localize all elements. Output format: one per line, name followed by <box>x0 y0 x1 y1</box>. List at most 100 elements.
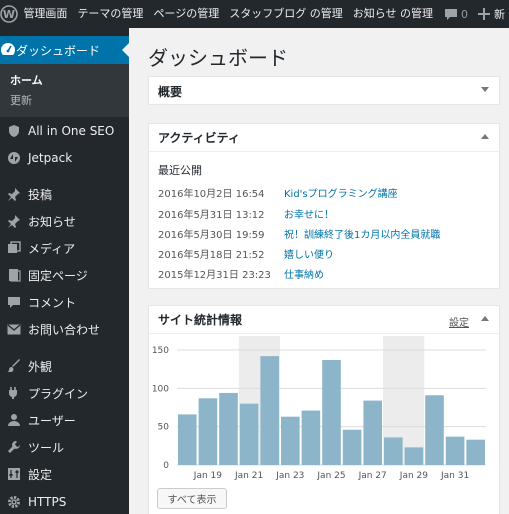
chart-bar <box>363 400 382 465</box>
dashboard-submenu: ホーム 更新 <box>0 64 129 117</box>
chart-bar <box>342 429 362 465</box>
sidebar-item-settings[interactable]: 設定 <box>0 462 129 486</box>
submenu-updates[interactable]: 更新 <box>10 92 32 108</box>
activity-date: 2016年10月2日 16:54 <box>158 189 265 200</box>
wordpress-logo-icon[interactable]: W <box>0 0 19 28</box>
sidebar-item-plugins[interactable]: プラグイン <box>0 381 129 405</box>
activity-date: 2016年5月31日 13:12 <box>158 210 265 221</box>
toggle-arrow-icon[interactable] <box>481 87 489 92</box>
y-tick-label: 100 <box>152 384 169 394</box>
settings-icon <box>0 467 28 481</box>
adminbar-item-staff-blog[interactable]: スタッフブログ の管理 <box>224 0 348 28</box>
sidebar-label: プラグイン <box>28 386 89 401</box>
activity-post-link[interactable]: Kid'sプログラミング講座 <box>284 185 398 200</box>
adminbar-new-label: 新 <box>494 8 505 21</box>
y-tick-label: 0 <box>163 461 169 471</box>
x-tick-label: Jan 23 <box>275 471 304 481</box>
activity-post-link[interactable]: お幸せに！ <box>284 206 334 221</box>
toggle-arrow-icon[interactable] <box>481 134 489 139</box>
chart-bar <box>301 410 321 465</box>
sidebar-item-users[interactable]: ユーザー <box>0 408 129 432</box>
chart-bar <box>281 416 300 465</box>
activity-title: アクティビティ <box>158 131 240 145</box>
submenu-home[interactable]: ホーム <box>10 72 43 88</box>
sidebar-label: All in One SEO <box>28 124 115 138</box>
recently-published-heading: 最近公開 <box>158 164 202 177</box>
sidebar-label: ユーザー <box>28 413 76 428</box>
site-stats-chart: 0 50 100 150 Jan 19 Jan 21 Jan 23 Jan 25 Jan 27 J… <box>152 336 486 481</box>
sidebar-label: メディア <box>28 241 76 256</box>
sidebar-label: お知らせ <box>28 214 76 229</box>
show-all-button[interactable]: すべて表示 <box>157 488 227 509</box>
x-tick-label: Jan 29 <box>399 471 428 481</box>
sidebar-item-all-in-one-seo[interactable]: All in One SEO <box>0 119 129 143</box>
configure-link[interactable]: 設定 <box>449 314 469 329</box>
brush-icon <box>0 359 28 373</box>
sidebar-label: ツール <box>28 440 65 455</box>
chart-bar <box>425 395 444 465</box>
shield-icon <box>0 124 28 138</box>
sidebar-label: 設定 <box>28 467 53 482</box>
pin-icon <box>0 187 28 201</box>
overview-widget: 概要 <box>148 76 500 105</box>
overview-title: 概要 <box>158 84 183 99</box>
sidebar-item-news[interactable]: お知らせ <box>0 209 129 233</box>
activity-header[interactable]: アクティビティ <box>149 124 499 152</box>
overview-header[interactable]: 概要 <box>149 77 499 105</box>
activity-date: 2016年5月18日 21:52 <box>158 250 265 261</box>
activity-date: 2015年12月31日 23:23 <box>158 270 271 281</box>
adminbar-comments[interactable]: 0 <box>438 0 474 28</box>
activity-date: 2016年5月30日 19:59 <box>158 230 265 241</box>
adminbar-item-themes[interactable]: テーマの管理 <box>72 0 148 28</box>
chart-bar <box>445 436 465 465</box>
site-stats-widget: サイト統計情報 設定 0 50 100 150 Jan 19 Jan 21 Jan 23 Ja… <box>148 305 500 514</box>
sidebar-item-comments[interactable]: コメント <box>0 290 129 314</box>
activity-post-link[interactable]: 仕事納め <box>284 266 324 281</box>
plus-icon <box>478 8 490 20</box>
dashboard-icon <box>0 41 16 60</box>
x-tick-label: Jan 19 <box>193 471 222 481</box>
activity-post-link[interactable]: 嬉しい便り <box>284 246 334 261</box>
admin-bar: W 管理画面 テーマの管理 ページの管理 スタッフブログ の管理 お知らせ の管… <box>0 0 509 28</box>
comment-icon <box>0 296 28 309</box>
comment-count: 0 <box>461 7 468 21</box>
sidebar-label: Jetpack <box>28 151 73 165</box>
sidebar-item-tools[interactable]: ツール <box>0 435 129 459</box>
adminbar-item-admin[interactable]: 管理画面 <box>18 0 72 28</box>
mail-icon <box>0 324 28 335</box>
adminbar-new[interactable]: 新 <box>474 0 509 28</box>
toggle-arrow-icon[interactable] <box>481 316 489 321</box>
admin-sidebar: ダッシュボード ホーム 更新 All in One SEO Jetpack 投稿… <box>0 28 129 514</box>
jetpack-icon <box>0 151 28 165</box>
sidebar-dashboard-label: ダッシュボード <box>16 43 101 58</box>
sidebar-item-media[interactable]: メディア <box>0 236 129 260</box>
chart-bar <box>466 439 485 465</box>
sidebar-item-posts[interactable]: 投稿 <box>0 182 129 206</box>
svg-text:W: W <box>3 8 15 21</box>
sidebar-item-appearance[interactable]: 外観 <box>0 354 129 378</box>
adminbar-item-pages[interactable]: ページの管理 <box>148 0 224 28</box>
sidebar-item-dashboard[interactable]: ダッシュボード <box>0 36 129 64</box>
site-stats-header[interactable]: サイト統計情報 設定 <box>149 306 499 334</box>
chart-bar <box>322 359 341 465</box>
x-tick-label: Jan 25 <box>316 471 345 481</box>
x-tick-label: Jan 21 <box>234 471 263 481</box>
pin-icon <box>0 214 28 228</box>
current-menu-arrow <box>122 43 129 57</box>
sidebar-item-pages[interactable]: 固定ページ <box>0 263 129 287</box>
plugin-icon <box>0 386 28 400</box>
adminbar-item-news[interactable]: お知らせ の管理 <box>348 0 438 28</box>
sidebar-item-https[interactable]: HTTPS <box>0 490 129 514</box>
sidebar-label: コメント <box>28 295 77 310</box>
sidebar-label: 外観 <box>28 359 53 374</box>
sidebar-item-jetpack[interactable]: Jetpack <box>0 146 129 170</box>
sidebar-item-contact[interactable]: お問い合わせ <box>0 317 129 341</box>
chart-bar <box>219 392 238 465</box>
activity-post-link[interactable]: 祝！訓練終了後1カ月以内全員就職 <box>284 226 440 241</box>
y-tick-label: 150 <box>152 346 169 356</box>
page-icon <box>0 268 28 282</box>
chart-bar <box>260 356 279 465</box>
wrench-icon <box>0 440 28 454</box>
user-icon <box>0 413 28 427</box>
x-tick-label: Jan 31 <box>440 471 469 481</box>
